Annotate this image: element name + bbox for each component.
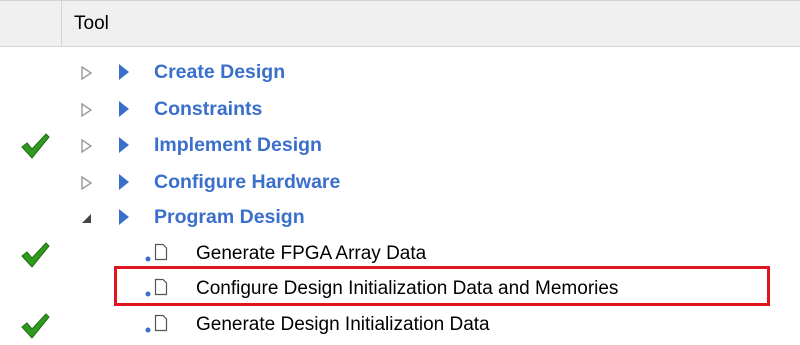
highlight-box	[114, 266, 770, 306]
tree-task-generate-design-initialization-data[interactable]: Generate Design Initialization Data	[0, 309, 800, 343]
run-icon	[117, 100, 131, 118]
check-icon	[20, 241, 50, 269]
expander-expanded-icon[interactable]	[80, 210, 94, 226]
tree-task-label[interactable]: Generate Design Initialization Data	[196, 314, 490, 336]
tree-group-label[interactable]: Constraints	[154, 98, 262, 121]
tree-group-label[interactable]: Create Design	[154, 61, 285, 84]
tree-group-constraints[interactable]: Constraints	[0, 93, 800, 127]
document-icon	[154, 243, 168, 261]
status-column-header[interactable]	[0, 1, 62, 46]
tool-column-title[interactable]: Tool	[74, 13, 109, 35]
tree-group-create-design[interactable]: Create Design	[0, 56, 800, 90]
tree-group-label[interactable]: Program Design	[154, 206, 305, 229]
column-header: Tool	[0, 1, 800, 47]
tree-group-label[interactable]: Implement Design	[154, 134, 322, 157]
tree-task-label[interactable]: Generate FPGA Array Data	[196, 243, 426, 265]
expander-collapsed-icon[interactable]	[80, 175, 94, 191]
check-icon	[20, 312, 50, 340]
bullet-icon	[145, 249, 151, 262]
bullet-icon	[145, 320, 151, 333]
run-icon	[117, 136, 131, 154]
run-icon	[117, 173, 131, 191]
expander-collapsed-icon[interactable]	[80, 138, 94, 154]
expander-collapsed-icon[interactable]	[80, 65, 94, 81]
run-icon	[117, 208, 131, 226]
tree-group-program-design[interactable]: Program Design	[0, 201, 800, 235]
design-flow-panel: Tool Create Design Constraints Implement…	[0, 0, 800, 343]
check-icon	[20, 132, 50, 160]
tree-group-implement-design[interactable]: Implement Design	[0, 129, 800, 163]
tree-group-configure-hardware[interactable]: Configure Hardware	[0, 166, 800, 200]
tree-group-label[interactable]: Configure Hardware	[154, 171, 340, 194]
document-icon	[154, 314, 168, 332]
run-icon	[117, 63, 131, 81]
expander-collapsed-icon[interactable]	[80, 102, 94, 118]
